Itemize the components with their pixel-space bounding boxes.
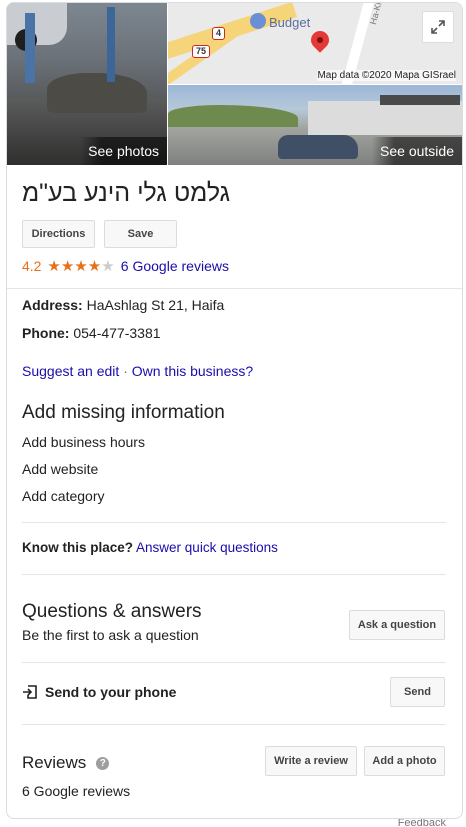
star-icon: ★ [47,258,61,275]
suggest-edit-link[interactable]: Suggest an edit [22,363,119,379]
rating-value: 4.2 [22,258,42,274]
divider [22,724,446,725]
send-button[interactable]: Send [390,677,445,707]
reviews-count-link[interactable]: 6 Google reviews [121,258,229,274]
missing-info-heading: Add missing information [22,402,225,423]
add-photo-button[interactable]: Add a photo [364,746,445,776]
directions-button[interactable]: Directions [22,220,95,248]
expand-icon [431,20,445,34]
knowledge-panel: See photos 4 75 Budget Ha-Kherm Map data… [6,2,463,819]
map-thumbnail[interactable]: 4 75 Budget Ha-Kherm Map data ©2020 Mapa… [168,3,462,84]
divider [22,574,446,575]
photo-lift [25,13,35,83]
divider [7,288,462,289]
add-category-link[interactable]: Add category [22,488,105,504]
street-sign [380,95,460,105]
feedback-link[interactable]: Feedback [398,819,446,827]
street-trees [168,105,298,127]
address-label: Address: [22,297,83,313]
business-name: גלמט גלי הינע בע"מ [22,179,231,207]
street-building [308,101,462,135]
address-value[interactable]: HaAshlag St 21, Haifa [87,297,225,313]
star-icon: ★ [74,258,88,275]
ask-question-button[interactable]: Ask a question [349,610,445,640]
first-question-link[interactable]: Be the first to ask a question [22,627,199,643]
save-button[interactable]: Save [104,220,177,248]
map-poi-budget: Budget [269,15,311,30]
edit-links-row: Suggest an edit · Own this business? [22,363,253,379]
star-icon: ★ [87,258,102,275]
reviews-heading: Reviews [22,753,87,772]
car-rental-icon [250,13,266,29]
rating-stars: ★★★★★ [47,258,118,275]
send-to-phone-row[interactable]: Send to your phone [22,684,176,700]
help-icon[interactable]: ? [96,756,110,770]
divider [22,522,446,523]
qa-heading: Questions & answers [22,601,202,622]
write-review-button[interactable]: Write a review [265,746,357,776]
know-place-row: Know this place? Answer quick questions [22,540,278,555]
phone-value[interactable]: 054-477-3381 [73,325,160,341]
photo-parts-pile [47,73,147,113]
google-reviews-link[interactable]: 6 Google reviews [22,783,130,799]
route-4-shield: 4 [212,27,226,40]
divider [22,662,446,663]
expand-map-button[interactable] [422,11,454,43]
send-to-phone-icon [23,685,37,699]
reviews-heading-row: Reviews ? [22,753,110,773]
see-outside-label[interactable]: See outside [372,137,462,165]
own-business-link[interactable]: Own this business? [132,363,253,379]
street-view-photo[interactable]: See outside [168,85,462,165]
star-empty-icon: ★ [101,258,115,275]
location-pin-icon [307,27,333,53]
route-75-shield: 75 [192,45,211,58]
add-website-link[interactable]: Add website [22,461,98,477]
photo-lift-2 [107,7,115,82]
rating-row: 4.2 ★★★★★ 6 Google reviews [22,257,229,275]
add-hours-link[interactable]: Add business hours [22,434,145,450]
phone-label: Phone: [22,325,70,341]
send-to-phone-label: Send to your phone [45,684,177,700]
phone-row: Phone: 054-477-3381 [22,325,161,341]
business-photo[interactable]: See photos [7,3,167,165]
link-separator: · [123,363,128,379]
street-car [278,135,358,159]
answer-questions-link[interactable]: Answer quick questions [136,540,278,555]
address-row: Address: HaAshlag St 21, Haifa [22,297,224,313]
map-attribution: Map data ©2020 Mapa GISrael [317,70,456,81]
know-place-label: Know this place? [22,540,134,555]
star-icon: ★ [60,258,75,275]
see-photos-label[interactable]: See photos [80,137,167,165]
photo-strip: See photos 4 75 Budget Ha-Kherm Map data… [7,3,462,165]
